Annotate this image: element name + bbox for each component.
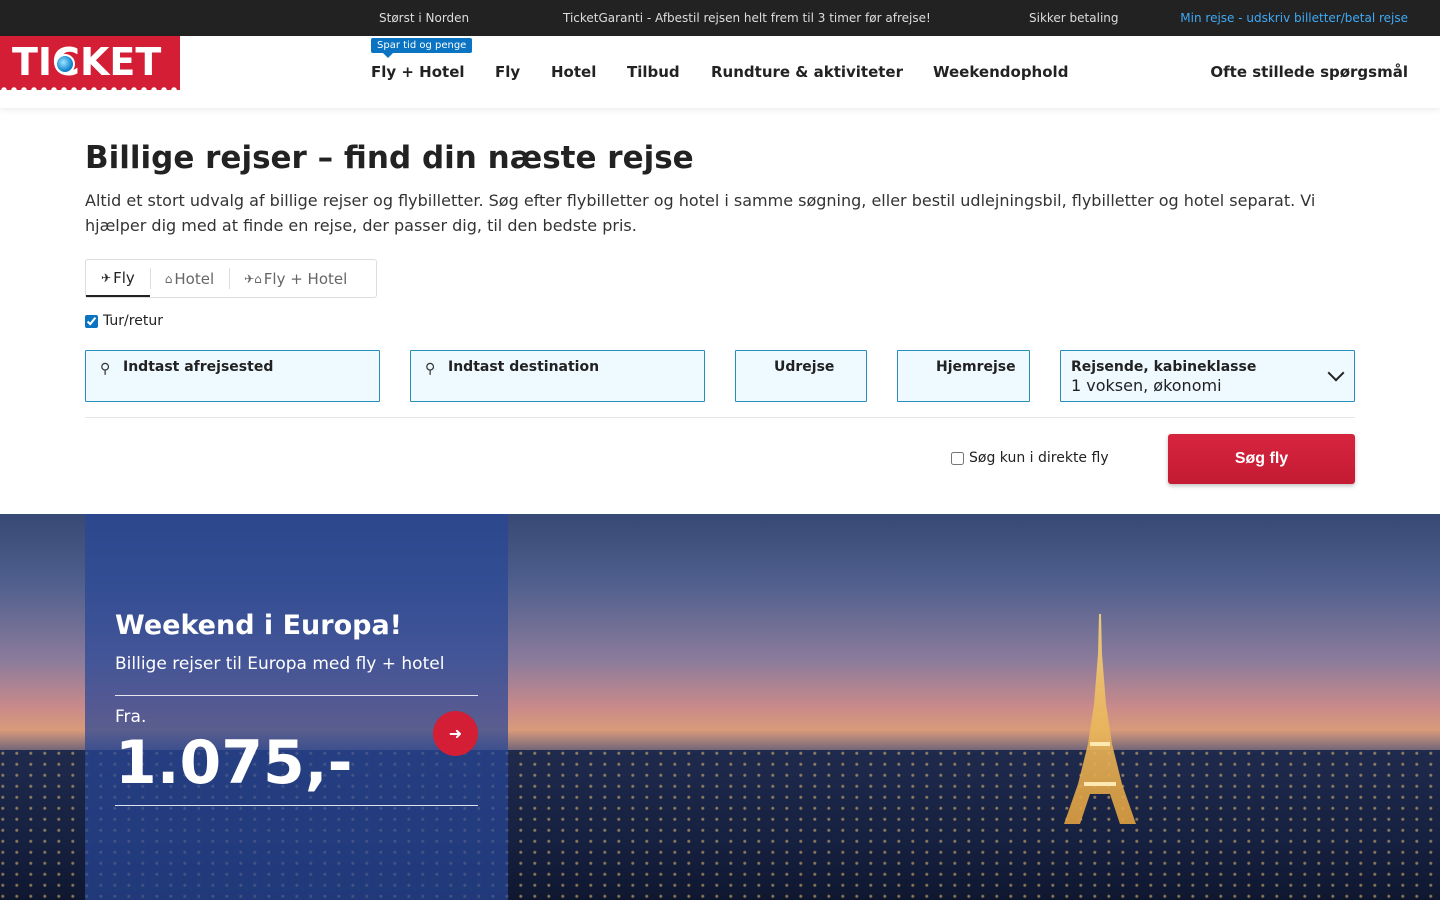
roundtrip-checkbox[interactable]	[85, 314, 98, 328]
my-trip-link[interactable]: Min rejse - udskriv billetter/betal rejs…	[1180, 11, 1408, 25]
return-date-label: Hjemrejse	[936, 359, 1016, 375]
tab-hotel[interactable]: ⌂ Hotel	[149, 260, 229, 297]
direct-flights-option[interactable]: Søg kun i direkte fly	[951, 450, 1109, 466]
travellers-class-value: 1 voksen, økonomi	[1071, 376, 1222, 395]
hero-subtitle: Billige rejser til Europa med fly + hote…	[115, 654, 445, 674]
plane-icon: ✈	[101, 270, 112, 285]
site-header: TICKET Spar tid og penge Fly + Hotel Fly…	[0, 36, 1440, 108]
eiffel-tower-image	[1064, 614, 1136, 824]
page-description: Altid et stort udvalg af billige rejser …	[85, 191, 1316, 235]
hero-divider-bottom	[115, 805, 478, 806]
direct-flights-checkbox[interactable]	[951, 451, 964, 465]
ticket-logo[interactable]: TICKET	[0, 36, 180, 90]
top-info-bar: Størst i Norden TicketGaranti - Afbestil…	[0, 0, 1440, 36]
logo-ticket-perforation	[0, 84, 180, 90]
hero-arrow-button[interactable]: ➜	[433, 711, 478, 756]
roundtrip-option[interactable]: Tur/retur	[85, 313, 163, 329]
bed-icon: ⌂	[164, 271, 173, 286]
topbar-largest-nordic: Størst i Norden	[379, 11, 470, 25]
return-date-field[interactable]: Hjemrejse	[897, 350, 1030, 402]
plane-bed-icon: ✈⌂	[244, 271, 262, 286]
nav-item-rundture[interactable]: Rundture & aktiviteter	[711, 63, 903, 81]
logo-text: TICKET	[12, 40, 162, 84]
origin-field[interactable]: ⚲ Indtast afrejsested	[85, 350, 380, 402]
tab-fly-hotel-label: Fly + Hotel	[263, 269, 348, 288]
globe-icon	[55, 54, 75, 74]
roundtrip-label: Tur/retur	[103, 313, 163, 329]
hero-divider-top	[115, 695, 478, 696]
departure-date-label: Udrejse	[774, 359, 835, 375]
travellers-class-label: Rejsende, kabineklasse	[1071, 359, 1257, 375]
arrow-right-icon: ➜	[448, 724, 463, 743]
page-title: Billige rejser – find din næste rejse	[85, 140, 694, 176]
promo-badge: Spar tid og penge	[371, 38, 473, 58]
nav-item-tilbud[interactable]: Tilbud	[627, 63, 680, 81]
origin-field-label: Indtast afrejsested	[123, 359, 274, 375]
nav-item-fly-hotel[interactable]: Fly + Hotel	[371, 63, 465, 81]
destination-field-label: Indtast destination	[448, 359, 600, 375]
search-divider	[85, 417, 1355, 418]
search-tabs: ✈ Fly ⌂ Hotel ✈⌂ Fly + Hotel	[85, 259, 377, 298]
direct-flights-label: Søg kun i direkte fly	[969, 450, 1109, 466]
search-flights-button[interactable]: Søg fly	[1168, 434, 1355, 484]
tab-fly-label: Fly	[113, 268, 135, 287]
topbar-ticket-guarantee: TicketGaranti - Afbestil rejsen helt fre…	[563, 11, 931, 25]
nav-item-fly[interactable]: Fly	[495, 63, 520, 81]
nav-item-hotel[interactable]: Hotel	[551, 63, 596, 81]
hero-offer-panel: Weekend i Europa! Billige rejser til Eur…	[85, 514, 508, 900]
location-pin-icon: ⚲	[100, 361, 111, 377]
hero-banner[interactable]: Weekend i Europa! Billige rejser til Eur…	[0, 514, 1440, 900]
tab-fly-hotel[interactable]: ✈⌂ Fly + Hotel	[229, 260, 362, 297]
chevron-down-icon	[1327, 364, 1345, 382]
faq-link[interactable]: Ofte stillede spørgsmål	[1210, 63, 1408, 81]
topbar-secure-payment: Sikker betaling	[1029, 11, 1119, 25]
hero-price-prefix: Fra.	[115, 707, 147, 727]
hero-price: 1.075,-	[115, 728, 353, 798]
hero-title: Weekend i Europa!	[115, 610, 402, 641]
location-pin-icon: ⚲	[425, 361, 436, 377]
travellers-class-select[interactable]: Rejsende, kabineklasse 1 voksen, økonomi	[1060, 350, 1355, 402]
destination-field[interactable]: ⚲ Indtast destination	[410, 350, 705, 402]
tab-fly[interactable]: ✈ Fly	[86, 260, 150, 297]
tab-hotel-label: Hotel	[174, 269, 215, 288]
departure-date-field[interactable]: Udrejse	[735, 350, 867, 402]
nav-item-weekendophold[interactable]: Weekendophold	[933, 63, 1068, 81]
